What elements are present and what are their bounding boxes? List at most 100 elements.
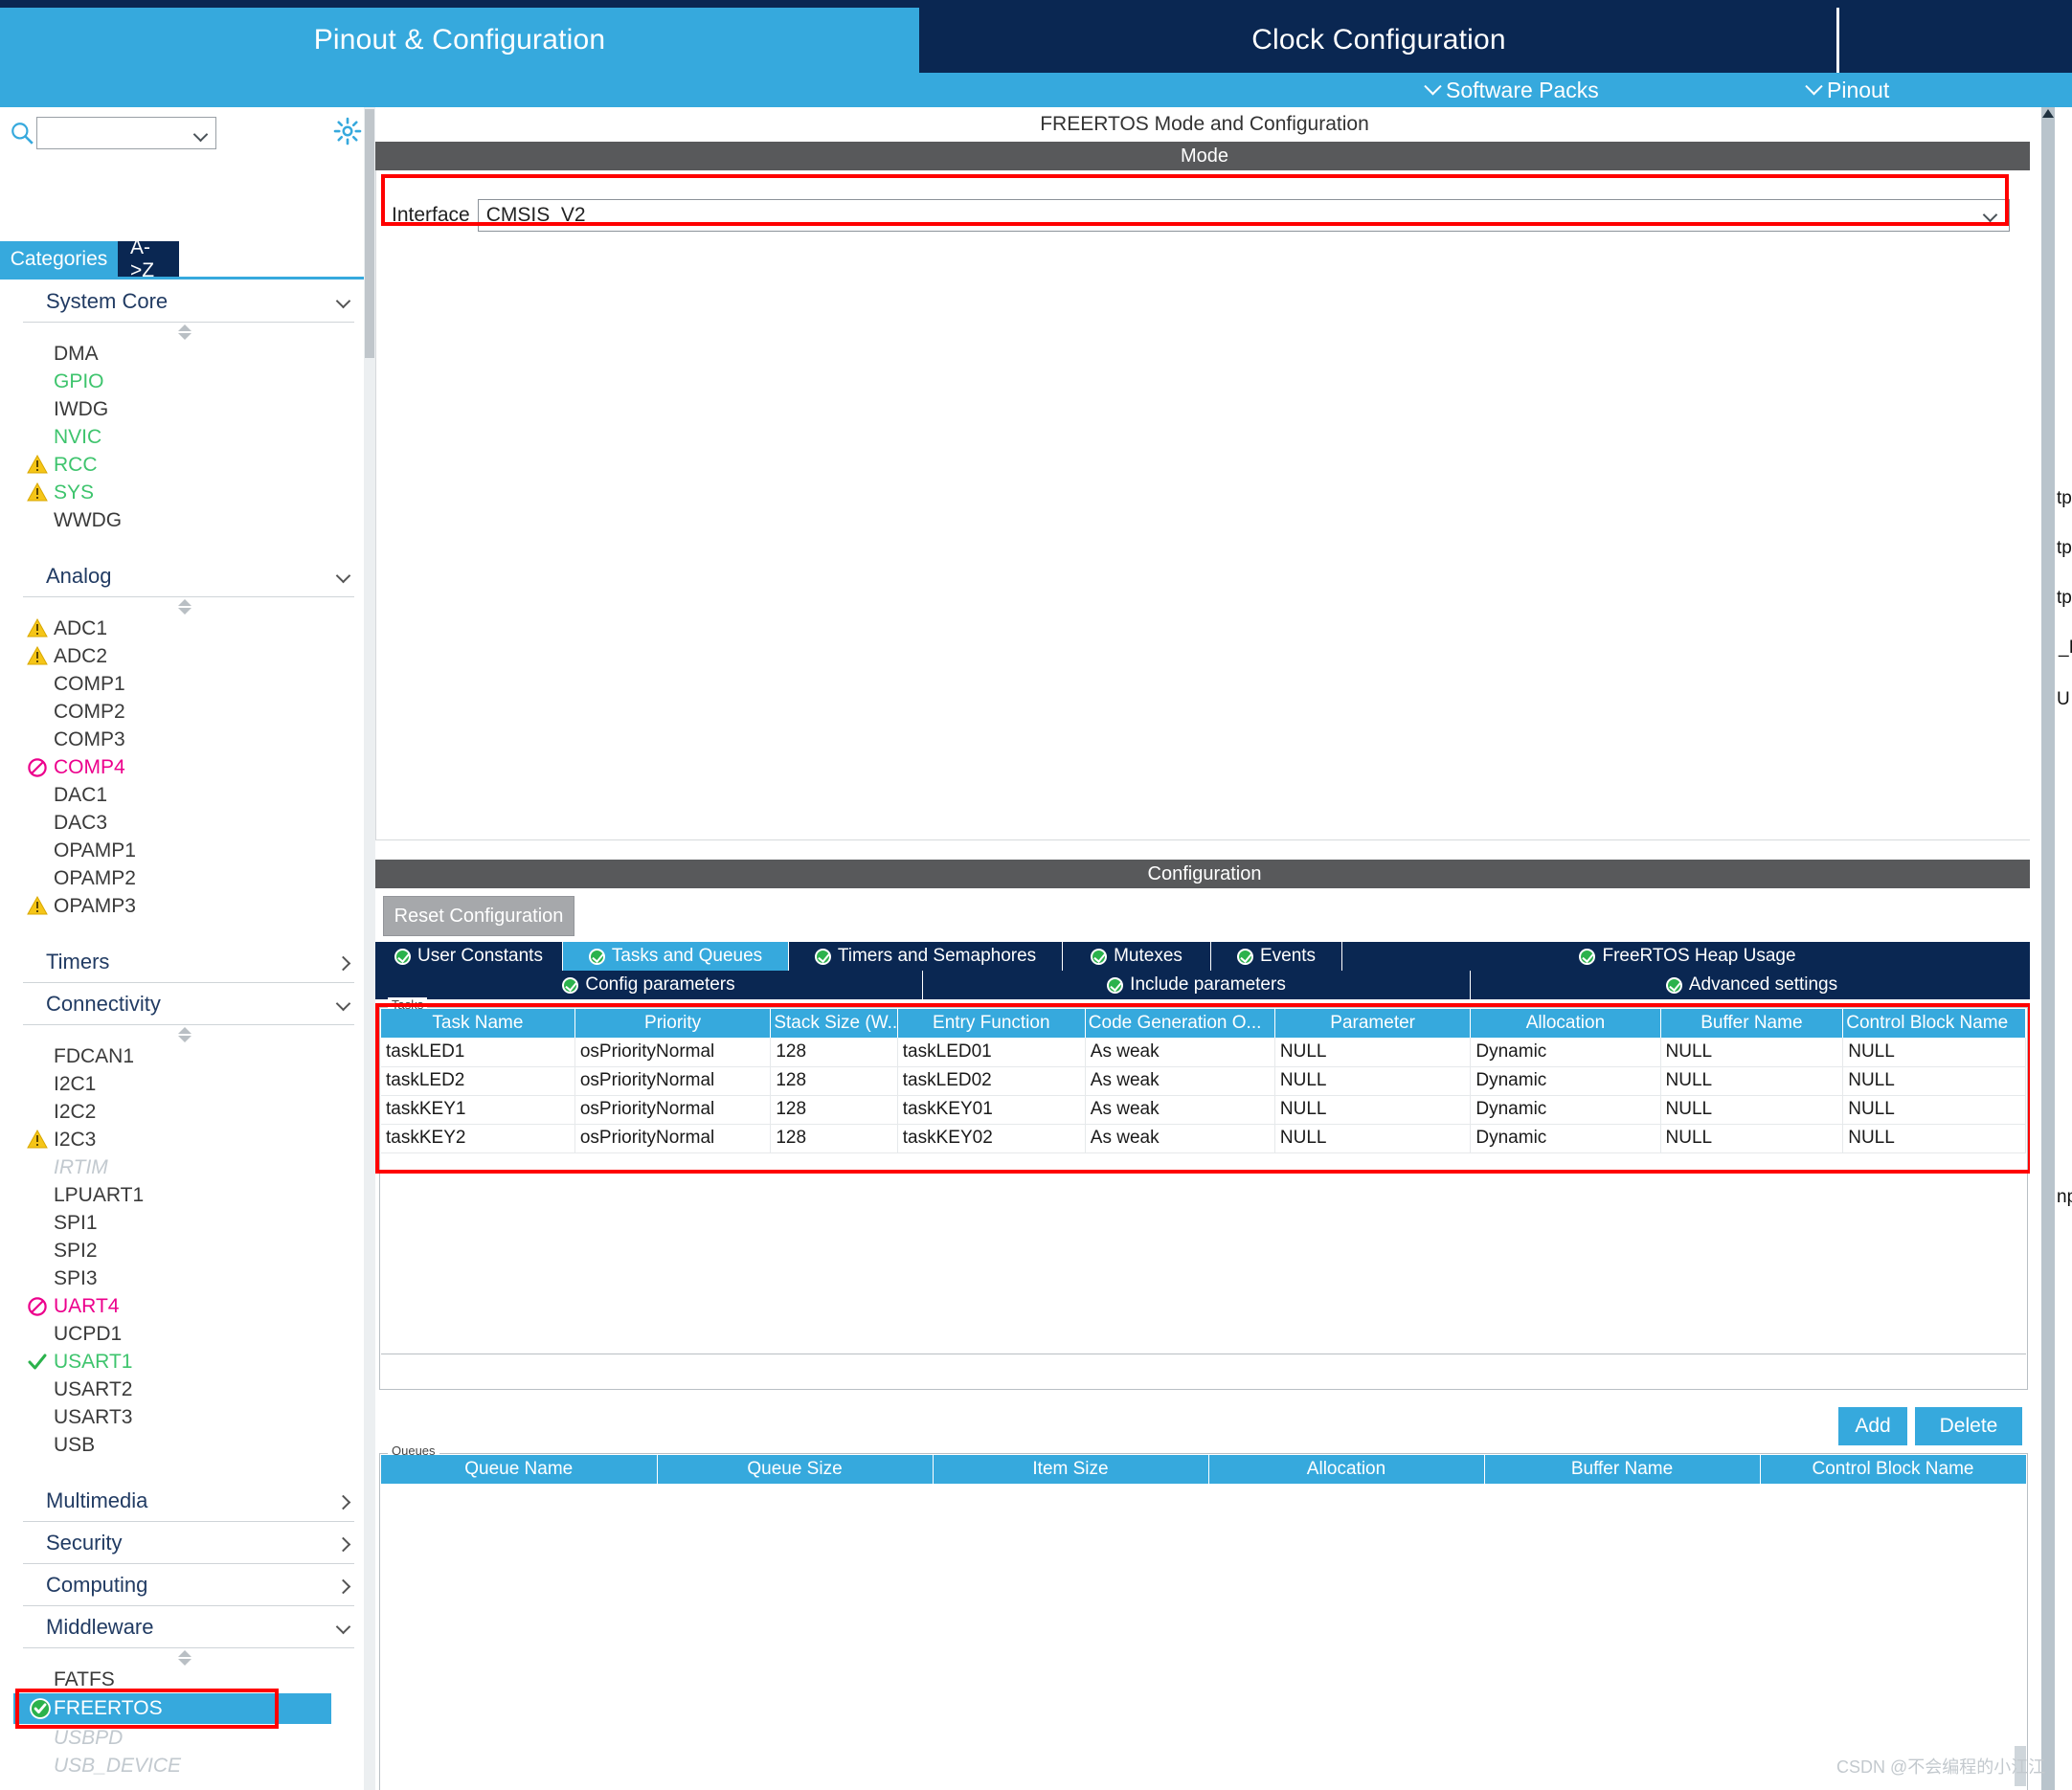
menu-software-packs[interactable]: Software Packs <box>1424 73 1599 107</box>
sidebar-item-usb-device[interactable]: USB_DEVICE <box>0 1752 370 1779</box>
tasks-col-priority[interactable]: Priority <box>574 1009 772 1038</box>
queues-col-buffer-name[interactable]: Buffer Name <box>1484 1455 1761 1484</box>
table-cell[interactable]: 128 <box>770 1124 898 1153</box>
config-tab-mutexes[interactable]: Mutexes <box>1063 942 1211 971</box>
table-cell[interactable]: NULL <box>1660 1095 1844 1125</box>
config-tab-user-constants[interactable]: User Constants <box>375 942 563 971</box>
table-cell[interactable]: NULL <box>1274 1124 1472 1153</box>
sidebar-item-usart3[interactable]: USART3 <box>0 1403 370 1431</box>
sidebar-group-connectivity[interactable]: Connectivity <box>23 983 354 1025</box>
tasks-col-buffer-name[interactable]: Buffer Name <box>1660 1009 1844 1038</box>
sidebar-scrollbar[interactable] <box>364 107 375 1790</box>
sidebar-item-usart2[interactable]: USART2 <box>0 1376 370 1403</box>
tasks-col-allocation[interactable]: Allocation <box>1470 1009 1661 1038</box>
sidebar-item-opamp1[interactable]: OPAMP1 <box>0 837 370 864</box>
config-tabs-row-2[interactable]: Config parameters Include parameters Advan… <box>375 971 2034 999</box>
sidebar-item-comp4[interactable]: COMP4 <box>0 753 370 781</box>
table-cell[interactable]: Dynamic <box>1470 1038 1661 1067</box>
chevron-right-icon[interactable] <box>335 1578 351 1595</box>
table-row[interactable]: taskLED1 osPriorityNormal 128 taskLED01 As w… <box>381 1038 2026 1067</box>
sidebar-item-fatfs[interactable]: FATFS <box>0 1666 370 1693</box>
table-cell[interactable]: As weak <box>1085 1095 1275 1125</box>
tasks-table[interactable]: Task Name Priority Stack Size (W... Entry F… <box>381 1009 2026 1153</box>
interface-select[interactable]: CMSIS_V2 <box>477 199 2010 232</box>
queues-col-item-size[interactable]: Item Size <box>933 1455 1209 1484</box>
table-cell[interactable]: NULL <box>1660 1124 1844 1153</box>
tasks-table-wrapper[interactable]: Task Name Priority Stack Size (W... Entry F… <box>381 1009 2026 1354</box>
sidebar-item-wwdg[interactable]: WWDG <box>0 506 370 534</box>
queues-col-queue-size[interactable]: Queue Size <box>657 1455 934 1484</box>
queues-col-allocation[interactable]: Allocation <box>1208 1455 1485 1484</box>
sidebar-group-analog[interactable]: Analog <box>23 555 354 597</box>
config-tab-include-parameters[interactable]: Include parameters <box>923 971 1471 999</box>
table-cell[interactable]: taskKEY2 <box>381 1124 575 1153</box>
tasks-col-task-name[interactable]: Task Name <box>381 1009 575 1038</box>
sidebar-group-system-core[interactable]: System Core <box>23 280 354 323</box>
sidebar-group-computing[interactable]: Computing <box>23 1564 354 1606</box>
table-cell[interactable]: taskKEY1 <box>381 1095 575 1125</box>
tab-categories[interactable]: Categories <box>0 241 118 277</box>
table-cell[interactable]: taskLED2 <box>381 1066 575 1096</box>
table-cell[interactable]: Dynamic <box>1470 1124 1661 1153</box>
search-icon[interactable] <box>10 121 34 145</box>
sidebar-scrollbar-thumb[interactable] <box>365 109 374 358</box>
sidebar-item-comp3[interactable]: COMP3 <box>0 726 370 753</box>
chevron-down-icon[interactable] <box>1982 207 1998 223</box>
table-cell[interactable]: taskLED01 <box>897 1038 1086 1067</box>
table-cell[interactable]: 128 <box>770 1038 898 1067</box>
search-input[interactable] <box>36 117 216 149</box>
table-cell[interactable]: 128 <box>770 1095 898 1125</box>
chevron-right-icon[interactable] <box>335 1494 351 1510</box>
sidebar-item-irtim[interactable]: IRTIM <box>0 1153 370 1181</box>
config-tab-advanced-settings[interactable]: Advanced settings <box>1471 971 2034 999</box>
table-cell[interactable]: As weak <box>1085 1066 1275 1096</box>
sidebar-item-comp1[interactable]: COMP1 <box>0 670 370 698</box>
table-row[interactable]: taskKEY2 osPriorityNormal 128 taskKEY02 As w… <box>381 1124 2026 1153</box>
sidebar-group-connectivity-resize-handle[interactable] <box>0 1025 370 1042</box>
chevron-right-icon[interactable] <box>335 955 351 972</box>
table-cell[interactable]: taskLED02 <box>897 1066 1086 1096</box>
tasks-col-stack-size-w[interactable]: Stack Size (W... <box>770 1009 898 1038</box>
sidebar-item-spi1[interactable]: SPI1 <box>0 1209 370 1237</box>
sidebar-item-rcc[interactable]: RCC <box>0 451 370 479</box>
queues-col-control-block-name[interactable]: Control Block Name <box>1760 1455 2026 1484</box>
tab-alphabetical[interactable]: A->Z <box>118 236 179 281</box>
queues-table-wrapper[interactable]: Queue Name Queue Size Item Size Allocation B… <box>381 1455 2026 1771</box>
table-cell[interactable]: NULL <box>1660 1038 1844 1067</box>
table-cell[interactable]: As weak <box>1085 1038 1275 1067</box>
config-tab-config-parameters[interactable]: Config parameters <box>375 971 923 999</box>
chevron-down-icon[interactable] <box>192 126 209 143</box>
sidebar-item-dac3[interactable]: DAC3 <box>0 809 370 837</box>
table-cell[interactable]: As weak <box>1085 1124 1275 1153</box>
gear-icon[interactable] <box>333 117 362 145</box>
table-row[interactable]: taskLED2 osPriorityNormal 128 taskLED02 As w… <box>381 1066 2026 1096</box>
table-cell[interactable]: NULL <box>1274 1038 1472 1067</box>
sidebar-item-usart1[interactable]: USART1 <box>0 1348 370 1376</box>
tab-extra-blank[interactable] <box>1838 8 2072 73</box>
config-tab-timers-and-semaphores[interactable]: Timers and Semaphores <box>789 942 1063 971</box>
table-cell[interactable]: osPriorityNormal <box>574 1095 772 1125</box>
config-tabs-row-1[interactable]: User Constants Tasks and Queues Timers and… <box>375 942 2034 971</box>
table-cell[interactable]: NULL <box>1842 1095 2026 1125</box>
sidebar-item-gpio[interactable]: GPIO <box>0 368 370 395</box>
table-cell[interactable]: NULL <box>1842 1066 2026 1096</box>
table-cell[interactable]: NULL <box>1274 1066 1472 1096</box>
sidebar-item-iwdg[interactable]: IWDG <box>0 395 370 423</box>
sidebar-item-spi2[interactable]: SPI2 <box>0 1237 370 1264</box>
table-cell[interactable]: taskLED1 <box>381 1038 575 1067</box>
tab-clock-configuration[interactable]: Clock Configuration <box>919 8 1838 73</box>
sidebar-item-adc1[interactable]: ADC1 <box>0 615 370 642</box>
sidebar-item-i2c1[interactable]: I2C1 <box>0 1070 370 1098</box>
sidebar-item-dma[interactable]: DMA <box>0 340 370 368</box>
sidebar-item-spi3[interactable]: SPI3 <box>0 1264 370 1292</box>
main-scrollbar[interactable] <box>2041 107 2055 1790</box>
sidebar-item-freertos[interactable]: FREERTOS <box>13 1693 331 1724</box>
sidebar-item-i2c3[interactable]: I2C3 <box>0 1126 370 1153</box>
table-cell[interactable]: taskKEY01 <box>897 1095 1086 1125</box>
sidebar-item-lpuart1[interactable]: LPUART1 <box>0 1181 370 1209</box>
table-cell[interactable]: osPriorityNormal <box>574 1124 772 1153</box>
table-cell[interactable]: NULL <box>1842 1124 2026 1153</box>
sidebar-item-dac1[interactable]: DAC1 <box>0 781 370 809</box>
tab-pinout-configuration[interactable]: Pinout & Configuration <box>0 8 919 73</box>
table-cell[interactable]: Dynamic <box>1470 1066 1661 1096</box>
